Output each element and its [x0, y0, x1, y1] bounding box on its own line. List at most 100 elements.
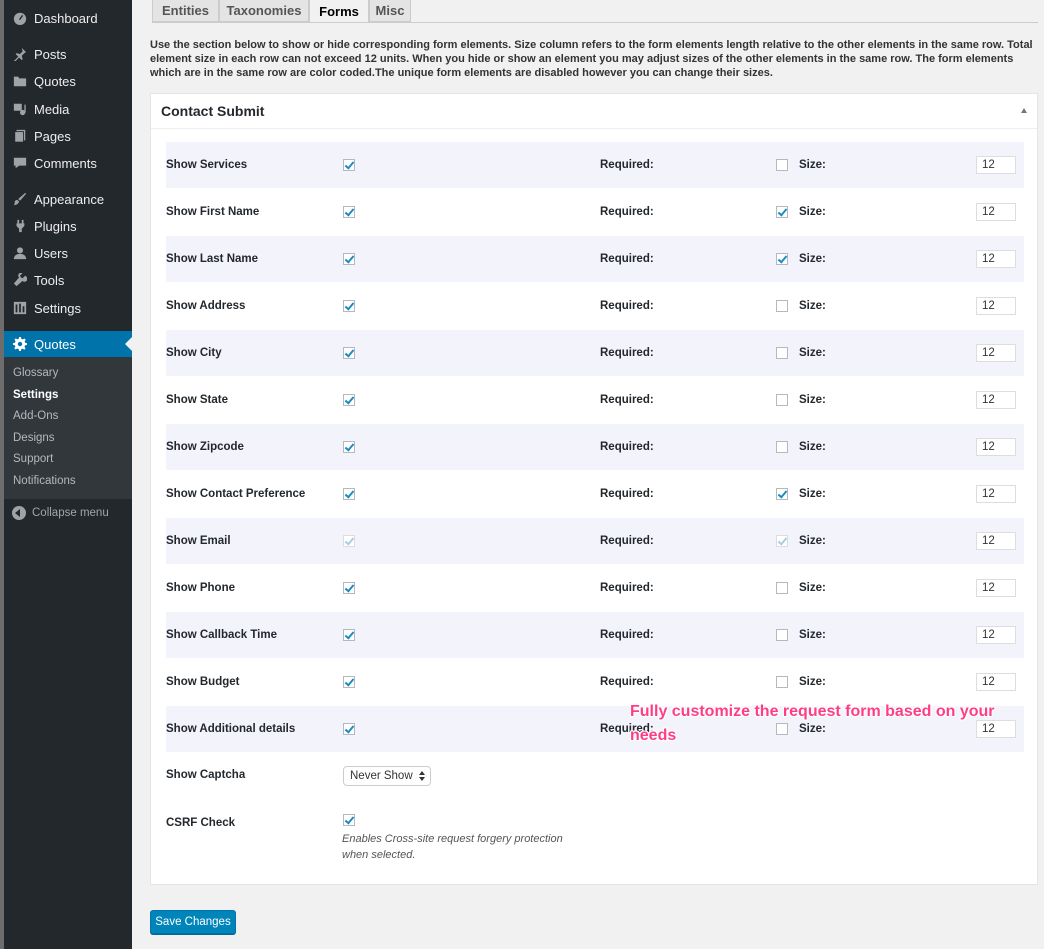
sidebar-item-comments[interactable]: Comments — [4, 150, 132, 176]
required-checkbox[interactable] — [776, 676, 788, 688]
form-element-row: Show Callback Time Required: Size: — [166, 612, 1024, 658]
sidebar-item-label: Pages — [34, 128, 71, 144]
size-input[interactable] — [976, 156, 1016, 174]
size-label: Size: — [799, 394, 826, 406]
required-checkbox[interactable] — [776, 253, 788, 265]
tab-forms[interactable]: Forms — [309, 0, 369, 23]
box-title: Contact Submit — [161, 103, 265, 119]
sidebar-item-media[interactable]: Media — [4, 96, 132, 122]
brush-icon — [12, 191, 28, 207]
size-input[interactable] — [976, 532, 1016, 550]
sidebar-item-users[interactable]: Users — [4, 240, 132, 266]
required-checkbox[interactable] — [776, 394, 788, 406]
element-label: Show Zipcode — [166, 441, 244, 453]
tab-misc[interactable]: Misc — [369, 0, 411, 22]
plugin-icon — [12, 218, 28, 234]
show-checkbox[interactable] — [343, 347, 355, 359]
save-changes-button[interactable]: Save Changes — [150, 910, 236, 934]
captcha-select[interactable]: Never Show — [343, 766, 431, 786]
size-input[interactable] — [976, 438, 1016, 456]
collapse-toggle-icon[interactable] — [1021, 108, 1027, 113]
sidebar-item-plugins[interactable]: Plugins — [4, 213, 132, 239]
sidebar-item-quotes[interactable]: Quotes — [4, 68, 132, 94]
select-arrows-icon — [419, 771, 425, 782]
size-label: Size: — [799, 441, 826, 453]
size-label: Size: — [799, 535, 826, 547]
size-input[interactable] — [976, 673, 1016, 691]
size-label: Size: — [799, 676, 826, 688]
tab-entities[interactable]: Entities — [152, 0, 219, 22]
submenu-item-add-ons[interactable]: Add-Ons — [13, 410, 58, 422]
submenu-item-designs[interactable]: Designs — [13, 432, 55, 444]
required-checkbox[interactable] — [776, 629, 788, 641]
size-input[interactable] — [976, 250, 1016, 268]
captcha-select-value: Never Show — [350, 770, 413, 782]
form-element-row: Show Zipcode Required: Size: — [166, 424, 1024, 470]
csrf-checkbox[interactable] — [343, 814, 355, 826]
size-input[interactable] — [976, 203, 1016, 221]
size-input[interactable] — [976, 626, 1016, 644]
required-checkbox[interactable] — [776, 582, 788, 594]
show-checkbox[interactable] — [343, 206, 355, 218]
required-checkbox[interactable] — [776, 441, 788, 453]
current-menu-arrow — [125, 337, 132, 351]
csrf-label: CSRF Check — [166, 817, 236, 829]
tab-taxonomies[interactable]: Taxonomies — [219, 0, 309, 22]
show-checkbox[interactable] — [343, 441, 355, 453]
size-label: Size: — [799, 300, 826, 312]
size-label: Size: — [799, 488, 826, 500]
show-checkbox[interactable] — [343, 300, 355, 312]
sidebar-item-dashboard[interactable]: Dashboard — [4, 5, 132, 31]
size-input[interactable] — [976, 485, 1016, 503]
element-label: Show State — [166, 394, 228, 406]
sidebar-item-appearance[interactable]: Appearance — [4, 186, 132, 212]
size-input[interactable] — [976, 579, 1016, 597]
show-checkbox[interactable] — [343, 582, 355, 594]
required-checkbox[interactable] — [776, 347, 788, 359]
show-checkbox[interactable] — [343, 159, 355, 171]
required-label: Required: — [600, 394, 654, 406]
size-input[interactable] — [976, 391, 1016, 409]
sidebar-item-posts[interactable]: Posts — [4, 41, 132, 67]
required-checkbox[interactable] — [776, 300, 788, 312]
sidebar-item-quotes[interactable]: Quotes — [4, 331, 132, 357]
size-input[interactable] — [976, 344, 1016, 362]
size-label: Size: — [799, 159, 826, 171]
sidebar-item-label: Settings — [34, 300, 81, 316]
element-label: Show Callback Time — [166, 629, 277, 641]
admin-sidebar: Dashboard Posts Quotes Media Pages Comments Ap… — [4, 0, 132, 949]
sidebar-item-settings[interactable]: Settings — [4, 295, 132, 321]
form-element-row: Show Phone Required: Size: — [166, 565, 1024, 611]
size-input[interactable] — [976, 297, 1016, 315]
sidebar-item-label: Quotes — [34, 336, 76, 352]
show-checkbox[interactable] — [343, 676, 355, 688]
element-label: Show Address — [166, 300, 246, 312]
element-label: Show Services — [166, 159, 248, 171]
collapse-menu-button[interactable]: Collapse menu — [4, 504, 109, 522]
show-checkbox[interactable] — [343, 253, 355, 265]
required-checkbox[interactable] — [776, 206, 788, 218]
required-label: Required: — [600, 159, 654, 171]
required-checkbox[interactable] — [776, 488, 788, 500]
sidebar-item-label: Quotes — [34, 73, 76, 89]
submenu-item-glossary[interactable]: Glossary — [13, 367, 58, 379]
folder-icon — [12, 73, 28, 89]
form-element-row: Show Budget Required: Size: — [166, 659, 1024, 705]
form-element-row: Show Email Required: Size: — [166, 518, 1024, 564]
submenu-item-notifications[interactable]: Notifications — [13, 475, 76, 487]
box-header[interactable]: Contact Submit — [151, 94, 1037, 129]
show-checkbox[interactable] — [343, 394, 355, 406]
settings-icon — [12, 300, 28, 316]
required-checkbox[interactable] — [776, 159, 788, 171]
submenu-item-settings[interactable]: Settings — [13, 389, 58, 401]
show-checkbox[interactable] — [343, 629, 355, 641]
required-label: Required: — [600, 347, 654, 359]
submenu-item-support[interactable]: Support — [13, 453, 53, 465]
comment-icon — [12, 155, 28, 171]
sidebar-item-pages[interactable]: Pages — [4, 123, 132, 149]
required-label: Required: — [600, 676, 654, 688]
sidebar-item-tools[interactable]: Tools — [4, 267, 132, 293]
show-checkbox — [343, 535, 355, 547]
show-checkbox[interactable] — [343, 488, 355, 500]
show-checkbox[interactable] — [343, 723, 355, 735]
